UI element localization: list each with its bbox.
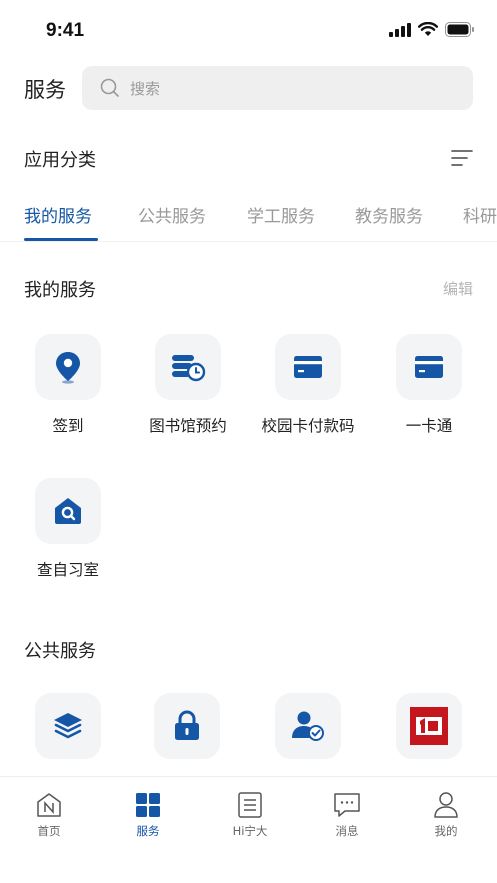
person-icon: [432, 791, 460, 819]
filter-menu-icon[interactable]: [451, 148, 473, 168]
battery-icon: [445, 22, 474, 37]
tabbar-label: 消息: [335, 824, 359, 838]
study-room-search-icon: [35, 478, 101, 544]
card-icon: [396, 334, 462, 400]
tabbar-item-profile[interactable]: 我的: [406, 791, 486, 839]
document-icon: [236, 791, 264, 819]
page-title: 服务: [24, 78, 66, 102]
cellular-signal-icon: [389, 22, 411, 37]
layers-icon: [35, 693, 101, 759]
red-logo-icon: [396, 693, 462, 759]
service-campus-card-pay[interactable]: 校园卡付款码: [248, 334, 368, 436]
tabbar-label: 我的: [434, 824, 458, 838]
search-input[interactable]: 搜索: [82, 66, 473, 110]
public-services-title: 公共服务: [24, 641, 96, 662]
public-service-layers[interactable]: [8, 693, 128, 759]
tabbar-item-messages[interactable]: 消息: [307, 791, 387, 839]
tabbar-item-hi-nbu[interactable]: Hi宁大: [210, 791, 290, 839]
edit-button[interactable]: 编辑: [443, 278, 473, 299]
grid-icon: [134, 791, 162, 819]
active-tab-indicator: [24, 238, 98, 241]
public-service-user-verify[interactable]: [248, 693, 368, 759]
tabbar-label: 首页: [37, 824, 61, 838]
tabbar-item-home[interactable]: 首页: [9, 791, 89, 839]
lock-icon: [154, 693, 220, 759]
service-label: 一卡通: [405, 417, 453, 435]
tab-my-services[interactable]: 我的服务: [24, 202, 92, 227]
tabbar-label: Hi宁大: [232, 824, 268, 838]
my-services-title: 我的服务: [24, 280, 96, 301]
status-icons: [389, 22, 475, 37]
service-library-booking[interactable]: 图书馆预约: [128, 334, 248, 436]
category-tabs: 我的服务 公共服务 学工服务 教务服务 科研: [0, 196, 497, 242]
service-checkin[interactable]: 签到: [8, 334, 128, 436]
bottom-tab-bar: 首页 服务 Hi宁大 消息 我的: [0, 776, 497, 883]
service-study-room[interactable]: 查自习室: [8, 478, 128, 580]
service-one-card[interactable]: 一卡通: [369, 334, 489, 436]
message-icon: [333, 791, 361, 819]
location-pin-icon: [35, 334, 101, 400]
service-label: 查自习室: [36, 561, 99, 579]
search-placeholder: 搜索: [130, 79, 161, 98]
public-service-lock[interactable]: [127, 693, 247, 759]
tab-student-affairs[interactable]: 学工服务: [247, 202, 315, 227]
status-bar: 9:41: [0, 0, 497, 62]
tabbar-item-services[interactable]: 服务: [108, 791, 188, 839]
card-icon: [275, 334, 341, 400]
tab-academic-affairs[interactable]: 教务服务: [355, 202, 423, 227]
tab-public-services[interactable]: 公共服务: [138, 202, 206, 227]
tabbar-label: 服务: [136, 824, 160, 838]
status-time: 9:41: [46, 20, 85, 41]
category-header: 应用分类: [0, 144, 497, 174]
home-n-icon: [35, 791, 63, 819]
public-service-red-logo[interactable]: [369, 693, 489, 759]
wifi-icon: [418, 22, 438, 36]
search-icon: [100, 78, 119, 97]
service-label: 校园卡付款码: [261, 417, 355, 435]
service-label: 图书馆预约: [149, 417, 227, 435]
tab-research[interactable]: 科研: [463, 202, 497, 227]
library-clock-icon: [155, 334, 221, 400]
service-label: 签到: [52, 417, 84, 435]
category-title: 应用分类: [24, 150, 96, 171]
header: 服务 搜索: [0, 66, 497, 110]
user-verified-icon: [275, 693, 341, 759]
